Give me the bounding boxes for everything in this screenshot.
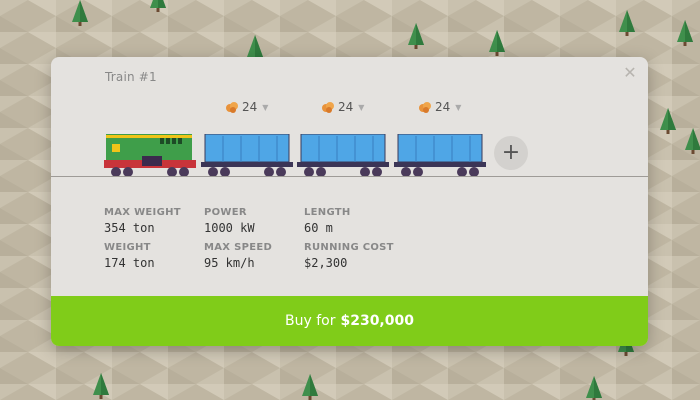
ore-icon <box>322 102 334 113</box>
ore-icon <box>226 102 238 113</box>
add-wagon-button[interactable]: + <box>494 136 528 170</box>
wagon-2[interactable] <box>297 134 389 178</box>
locomotive[interactable] <box>102 130 198 178</box>
stat-value: $2,300 <box>304 256 348 270</box>
train-dialog: Train #1 ✕ 24 ▼ 24 ▼ 24 ▼ + MAX WEIGHT 3… <box>51 57 648 346</box>
close-icon[interactable]: ✕ <box>622 65 638 81</box>
stat-running-cost: RUNNING COST $2,300 <box>304 242 394 270</box>
cargo-selector-wagon-3[interactable]: 24 ▼ <box>418 100 461 114</box>
stat-label: MAX SPEED <box>204 242 273 253</box>
wagon-1[interactable] <box>201 134 293 178</box>
stat-max-weight: MAX WEIGHT 354 ton <box>104 207 181 235</box>
stat-value: 174 ton <box>104 256 155 270</box>
chevron-down-icon: ▼ <box>262 102 269 112</box>
stat-label: WEIGHT <box>104 242 151 253</box>
stat-max-speed: MAX SPEED 95 km/h <box>204 242 272 270</box>
buy-prefix: Buy for <box>285 313 336 329</box>
stat-value: 60 m <box>304 221 333 235</box>
cargo-selector-wagon-2[interactable]: 24 ▼ <box>321 100 364 114</box>
train-stats: MAX WEIGHT 354 ton WEIGHT 174 ton POWER … <box>104 207 424 277</box>
chevron-down-icon: ▼ <box>455 102 462 112</box>
stat-length: LENGTH 60 m <box>304 207 351 235</box>
chevron-down-icon: ▼ <box>358 102 365 112</box>
stat-value: 354 ton <box>104 221 155 235</box>
cargo-selector-wagon-1[interactable]: 24 ▼ <box>225 100 268 114</box>
buy-button[interactable]: Buy for $230,000 <box>51 296 648 346</box>
stat-label: MAX WEIGHT <box>104 207 181 218</box>
cargo-count: 24 <box>242 100 258 114</box>
stat-label: POWER <box>204 207 247 218</box>
ore-icon <box>419 102 431 113</box>
stat-weight: WEIGHT 174 ton <box>104 242 155 270</box>
stat-label: RUNNING COST <box>304 242 394 253</box>
wagon-3[interactable] <box>394 134 486 178</box>
stat-value: 95 km/h <box>204 256 255 270</box>
buy-price: $230,000 <box>340 313 414 329</box>
dialog-title: Train #1 <box>105 70 157 84</box>
cargo-count: 24 <box>338 100 354 114</box>
stat-power: POWER 1000 kW <box>204 207 255 235</box>
rail-track <box>51 176 648 177</box>
cargo-count: 24 <box>435 100 451 114</box>
stat-label: LENGTH <box>304 207 351 218</box>
stat-value: 1000 kW <box>204 221 255 235</box>
